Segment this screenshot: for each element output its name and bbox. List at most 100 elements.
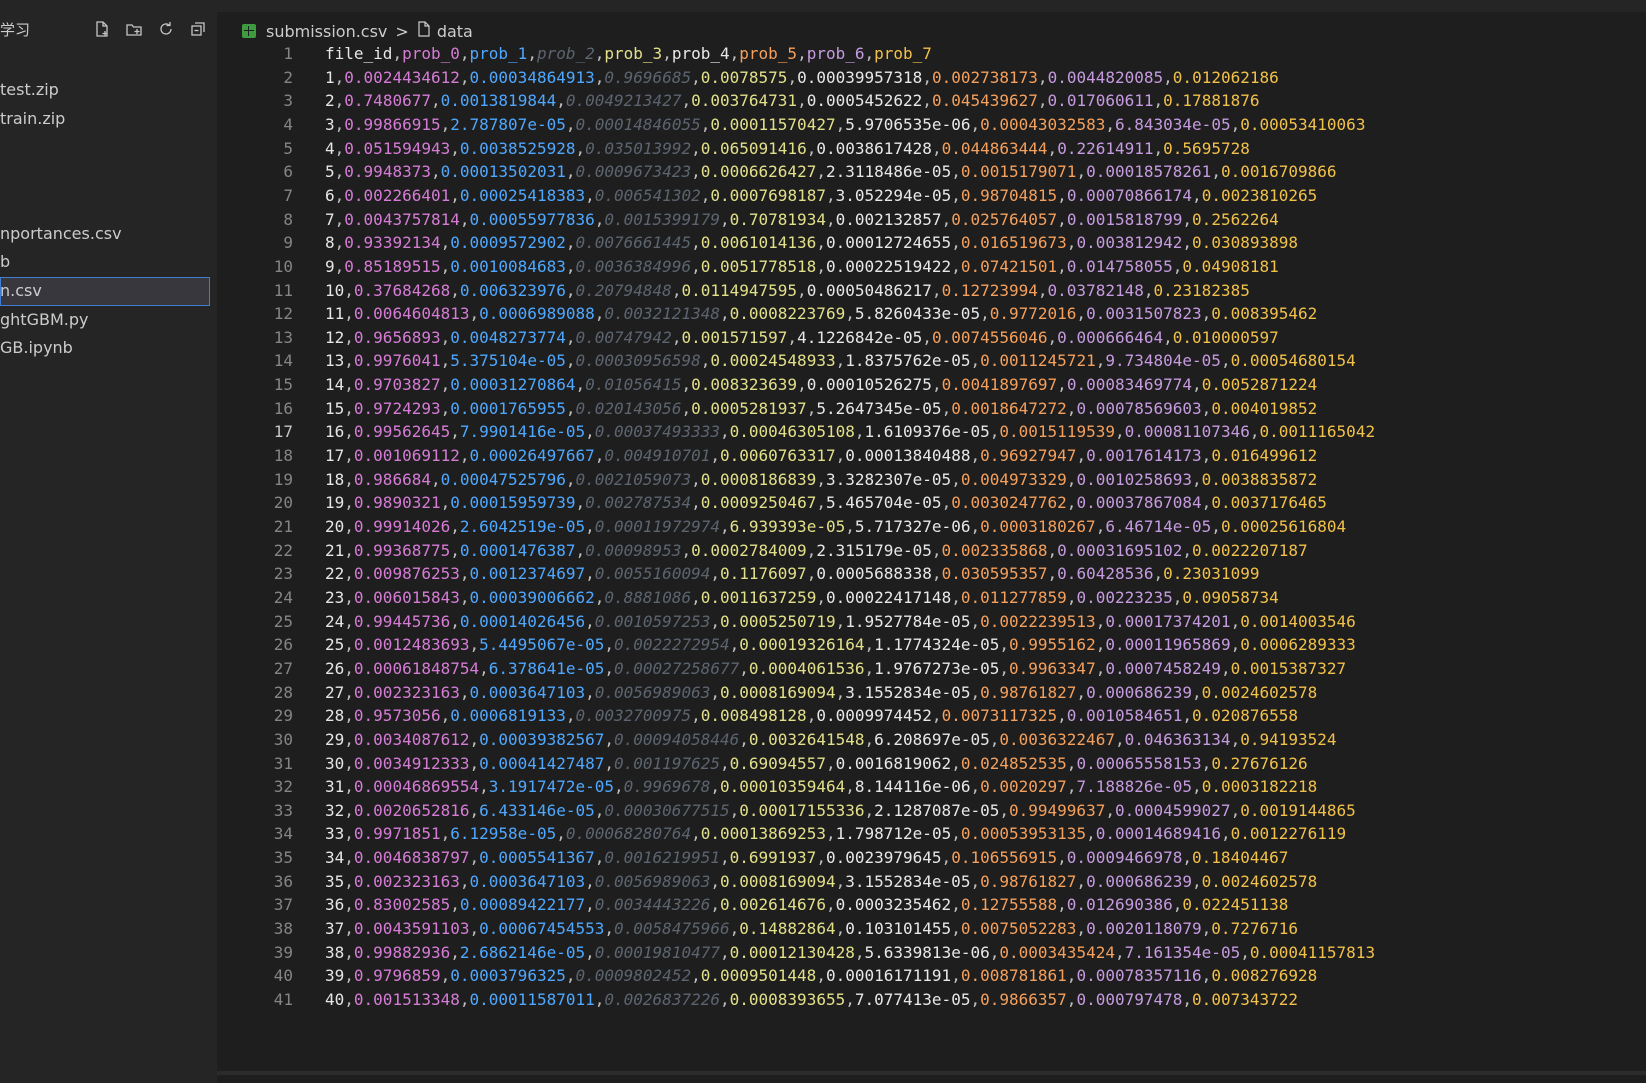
csv-cell: 0.0056989063 <box>594 871 711 891</box>
line-text: 29,0.0034087612,0.00039382567,0.00094058… <box>325 729 1337 749</box>
csv-cell: 0.00055977836 <box>469 209 595 229</box>
line-number: 29 <box>273 706 293 726</box>
csv-cell: 0.9656893 <box>353 327 441 347</box>
file-item[interactable]: nportances.csv <box>0 220 210 249</box>
csv-cell: 0.0009974452 <box>816 706 932 726</box>
line-text: 26,0.00061848754,6.378641e-05,0.00027258… <box>325 658 1347 678</box>
csv-cell: 0.0007458249 <box>1105 658 1221 678</box>
csv-cell: 0.025764057 <box>951 209 1058 229</box>
csv-cell: 0.0009802452 <box>575 966 692 986</box>
csv-cell: 0.00016171191 <box>825 966 952 986</box>
csv-cell: 0.99562645 <box>353 422 451 442</box>
refresh-icon[interactable] <box>155 18 177 40</box>
csv-cell: 0.0010258693 <box>1076 469 1193 489</box>
horizontal-scrollbar[interactable] <box>217 1071 1646 1075</box>
csv-cell: 0.27676126 <box>1211 753 1308 773</box>
csv-cell: 38 <box>325 942 345 962</box>
line-text: 28,0.9573056,0.0006819133,0.0032700975,0… <box>325 706 1298 726</box>
csv-cell: 29 <box>325 729 345 749</box>
file-item[interactable]: test.zip <box>0 76 210 105</box>
csv-cell: 0.7276716 <box>1211 919 1298 939</box>
csv-cell: 5.717327e-06 <box>854 517 971 536</box>
csv-cell: 4 <box>325 138 335 158</box>
csv-cell: 0.00034864913 <box>469 67 595 87</box>
code-editor[interactable]: 1 file_id,prob_0,prob_1,prob_2,prob_3,pro… <box>217 44 1646 1071</box>
file-item[interactable]: b <box>0 248 210 277</box>
csv-cell: 3.1917472e-05 <box>488 777 615 797</box>
csv-cell: 0.016499612 <box>1211 446 1318 466</box>
csv-cell: 0.007343722 <box>1192 990 1299 1009</box>
csv-cell: 35 <box>325 871 345 891</box>
csv-cell: 0.0009250467 <box>700 493 817 513</box>
collapse-all-icon[interactable] <box>187 18 209 40</box>
csv-cell: 0.003812942 <box>1076 233 1183 253</box>
csv-cell: 0.00070866174 <box>1066 185 1193 205</box>
file-item[interactable]: train.zip <box>0 105 210 134</box>
csv-cell: 0.00053410063 <box>1240 114 1366 134</box>
csv-cell: 8 <box>325 233 335 253</box>
file-item[interactable]: GB.ipynb <box>0 334 210 363</box>
csv-cell: 0.0012276119 <box>1230 824 1347 844</box>
csv-cell: 34 <box>325 848 345 868</box>
csv-cell: 0.024852535 <box>960 753 1067 773</box>
csv-cell: 0.0023810265 <box>1201 185 1318 205</box>
csv-cell: 0.00068280764 <box>565 824 692 844</box>
csv-cell: 0.0009501448 <box>700 966 817 986</box>
csv-cell: 6.378641e-05 <box>488 658 605 678</box>
file-item[interactable]: ghtGBM.py <box>0 306 210 335</box>
csv-cell: 0.0015387327 <box>1230 658 1347 678</box>
csv-cell: 1.798712e-05 <box>835 824 952 844</box>
line-text: 35,0.002323163,0.0003647103,0.0056989063… <box>325 871 1318 891</box>
csv-cell: 0.03782148 <box>1047 280 1144 300</box>
new-file-icon[interactable] <box>91 18 113 40</box>
breadcrumb: submission.csv > data <box>242 19 473 43</box>
csv-cell: 0.00065558153 <box>1076 753 1202 773</box>
csv-cell: 3.3282307e-05 <box>825 469 952 489</box>
explorer-actions <box>91 18 209 40</box>
line-text: 7,0.0043757814,0.00055977836,0.001539917… <box>325 209 1279 229</box>
csv-cell: 0.0005452622 <box>806 91 923 111</box>
csv-cell: 0.00012130428 <box>729 942 855 962</box>
csv-cell: 0.69094557 <box>729 753 826 773</box>
csv-cell: 0.0011637259 <box>700 587 817 607</box>
new-folder-icon[interactable] <box>123 18 145 40</box>
csv-cell: prob_4 <box>671 44 730 63</box>
breadcrumb-file[interactable]: submission.csv <box>266 22 387 41</box>
csv-cell: 0.014758055 <box>1066 256 1173 276</box>
csv-cell: 0.002323163 <box>353 871 460 891</box>
csv-cell: 2.315179e-05 <box>816 540 932 560</box>
csv-cell: 6.46714e-05 <box>1105 517 1212 536</box>
csv-cell: 0.94193524 <box>1240 729 1337 749</box>
csv-cell: 0.12755588 <box>960 895 1058 915</box>
csv-cell: 0.98761827 <box>980 682 1077 702</box>
csv-cell: 0.0016219951 <box>604 848 720 868</box>
file-item[interactable]: n.csv <box>0 276 210 306</box>
csv-cell: 0.00098953 <box>585 540 682 560</box>
csv-cell: 0.9866357 <box>980 990 1067 1009</box>
csv-cell: 5.4495067e-05 <box>479 635 605 655</box>
csv-cell: 0.051594943 <box>344 138 451 158</box>
line-number: 39 <box>273 942 293 962</box>
csv-cell: 0.00013840488 <box>845 446 971 466</box>
csv-cell: 0.0073117325 <box>941 706 1058 726</box>
line-number: 32 <box>273 777 293 797</box>
csv-cell: 0.0048273774 <box>450 327 566 347</box>
line-text: 9,0.85189515,0.0010084683,0.0036384996,0… <box>325 256 1279 276</box>
csv-cell: 0.6991937 <box>729 848 817 868</box>
csv-cell: 0.0018647272 <box>951 398 1067 418</box>
csv-cell: 6.939393e-05 <box>729 517 846 536</box>
csv-cell: 0.9948373 <box>344 162 431 182</box>
csv-cell: 0.0003182218 <box>1201 777 1318 797</box>
csv-cell: 39 <box>325 966 345 986</box>
csv-cell: 0.0037176465 <box>1211 493 1327 513</box>
line-number: 41 <box>273 990 293 1009</box>
csv-cell: 0.0055160094 <box>594 564 711 584</box>
csv-cell: 0.0051778518 <box>700 256 817 276</box>
csv-cell: 0.004019852 <box>1211 398 1318 418</box>
line-text: 32,0.0020652816,6.433146e-05,0.000306775… <box>325 800 1356 820</box>
csv-cell: 0.0046838797 <box>353 848 470 868</box>
breadcrumb-section[interactable]: data <box>437 22 473 41</box>
csv-cell: 0.9796859 <box>353 966 441 986</box>
csv-cell: 0.0034912333 <box>353 753 470 773</box>
tab-strip <box>217 0 1646 12</box>
